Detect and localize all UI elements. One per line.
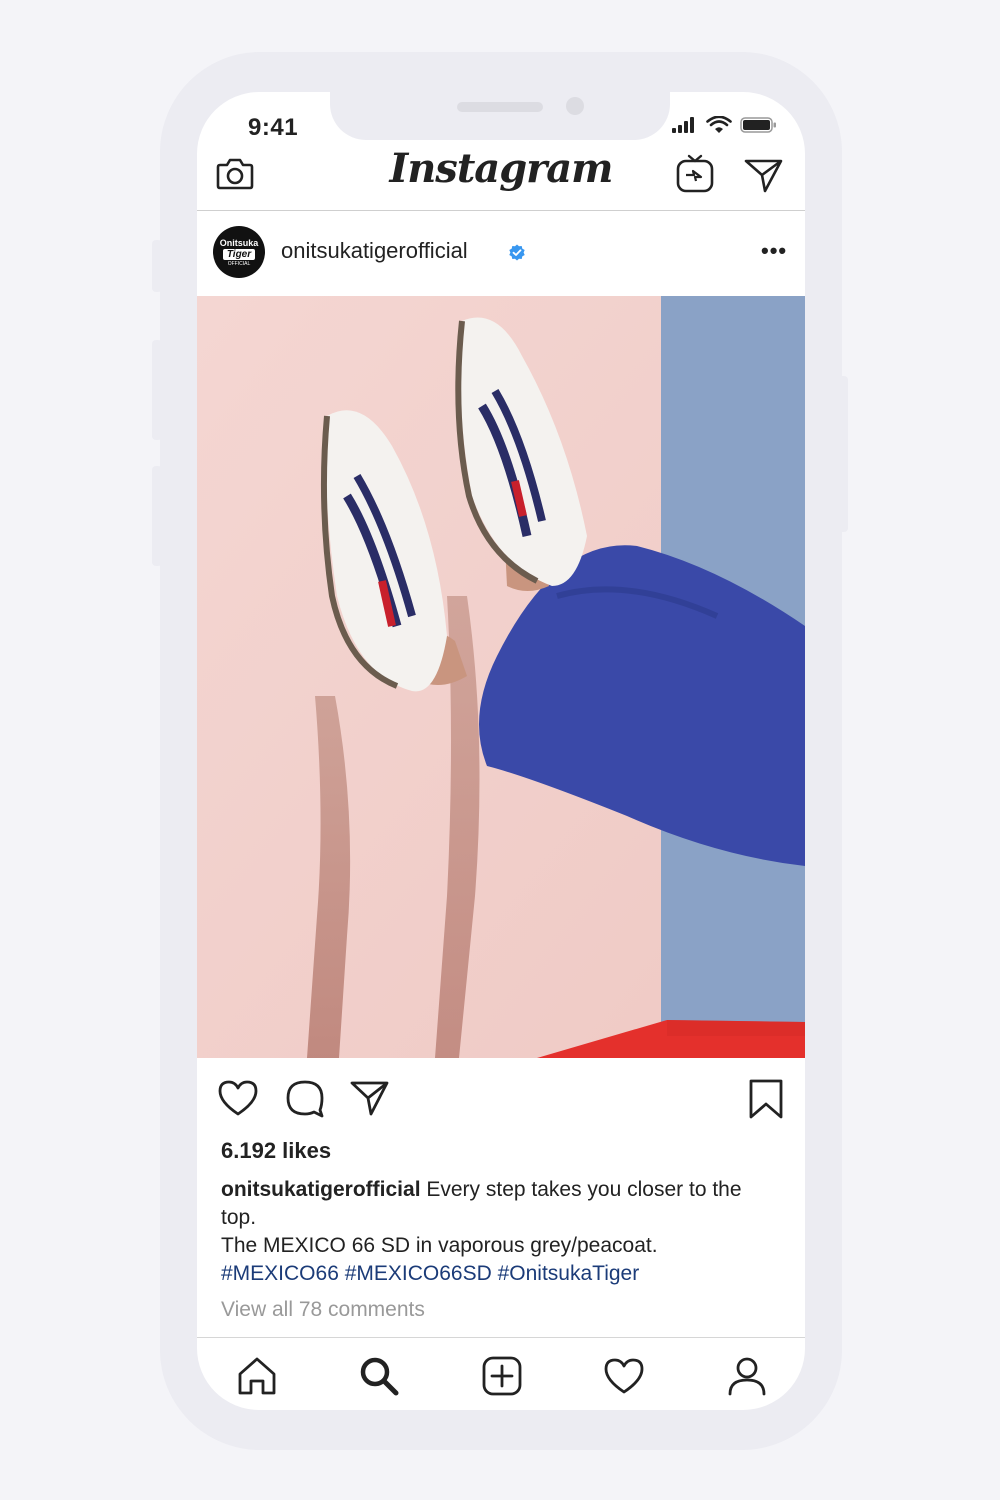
post-header: Onitsuka Tiger OFFICIAL onitsukatigeroff…: [197, 212, 805, 296]
activity-heart-icon[interactable]: [602, 1354, 646, 1398]
add-post-icon[interactable]: [480, 1354, 524, 1398]
avatar-text-1: Onitsuka: [219, 237, 259, 248]
side-button-power: [838, 376, 848, 532]
post-image-illustration: [197, 296, 805, 1058]
speaker: [457, 102, 543, 112]
caption-hashtags[interactable]: #MEXICO66 #MEXICO66SD #OnitsukaTiger: [221, 1262, 639, 1285]
avatar-text-2: Tiger: [222, 248, 256, 260]
avatar-text-3: OFFICIAL: [227, 260, 251, 267]
side-button-volume-down: [152, 466, 162, 566]
direct-message-icon[interactable]: [743, 153, 785, 195]
search-icon[interactable]: [357, 1354, 401, 1398]
wifi-icon: [706, 116, 732, 133]
app-header: Instagram: [197, 145, 805, 211]
side-button-mute: [152, 240, 162, 292]
heart-icon[interactable]: [217, 1078, 259, 1118]
caption-text-2: The MEXICO 66 SD in vaporous grey/peacoa…: [221, 1234, 658, 1257]
post-actions: [197, 1058, 805, 1138]
bottom-nav: [197, 1337, 805, 1410]
home-icon[interactable]: [235, 1354, 279, 1398]
profile-icon[interactable]: [725, 1354, 769, 1398]
share-icon[interactable]: [349, 1078, 391, 1118]
notch: [330, 88, 670, 140]
side-button-volume-up: [152, 340, 162, 440]
post-caption: onitsukatigerofficial Every step takes y…: [221, 1176, 781, 1288]
view-comments-link[interactable]: View all 78 comments: [221, 1298, 425, 1322]
post-username[interactable]: onitsukatigerofficial: [281, 238, 468, 264]
post-image[interactable]: [197, 296, 805, 1058]
igtv-icon[interactable]: [674, 153, 716, 195]
likes-count[interactable]: 6.192 likes: [221, 1138, 331, 1164]
front-camera: [566, 97, 584, 115]
caption-username[interactable]: onitsukatigerofficial: [221, 1178, 421, 1201]
verified-badge-icon: [509, 244, 525, 261]
status-time: 9:41: [248, 114, 299, 141]
more-options-icon[interactable]: •••: [761, 240, 787, 262]
status-icons: [670, 116, 778, 134]
bookmark-icon[interactable]: [747, 1078, 787, 1120]
comment-icon[interactable]: [284, 1078, 326, 1118]
avatar[interactable]: Onitsuka Tiger OFFICIAL: [213, 226, 265, 278]
battery-icon: [740, 117, 776, 133]
signal-icon: [672, 117, 694, 133]
